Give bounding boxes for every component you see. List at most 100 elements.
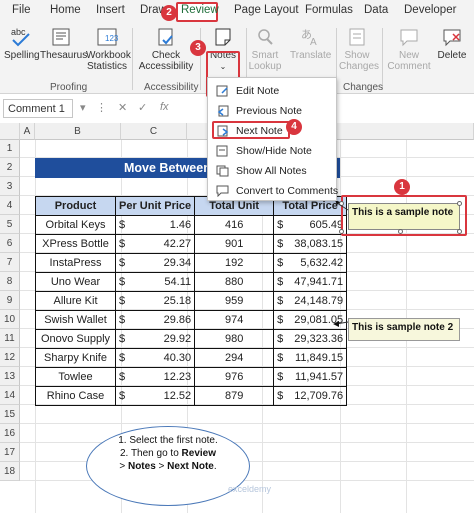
delete-button[interactable]: Delete xyxy=(434,26,470,61)
unit-cell[interactable]: 879 xyxy=(194,386,275,406)
column-header-c[interactable]: C xyxy=(121,123,187,140)
unit-cell[interactable]: 294 xyxy=(194,348,275,368)
resize-handle[interactable] xyxy=(457,201,462,206)
product-cell[interactable]: Orbital Keys xyxy=(35,215,116,235)
currency-symbol: $ xyxy=(119,314,126,326)
smart-lookup-button[interactable]: Smart Lookup xyxy=(248,26,282,72)
row-header[interactable]: 2 xyxy=(0,158,20,177)
price-cell[interactable]: $1.46 xyxy=(114,215,196,235)
header-product[interactable]: Product xyxy=(35,196,116,216)
resize-handle[interactable] xyxy=(398,229,403,234)
price-cell[interactable]: $29.86 xyxy=(114,310,196,330)
row-header[interactable]: 15 xyxy=(0,405,20,424)
currency-symbol: $ xyxy=(277,371,284,383)
row-header[interactable]: 1 xyxy=(0,140,20,158)
row-header[interactable]: 14 xyxy=(0,386,20,405)
price-cell[interactable]: $12.52 xyxy=(114,386,196,406)
total-cell[interactable]: $38,083.15 xyxy=(273,234,348,254)
tab-review[interactable]: Review xyxy=(181,4,219,16)
unit-cell[interactable]: 980 xyxy=(194,329,275,349)
tab-file[interactable]: File xyxy=(12,4,31,16)
step-badge-2: 2 xyxy=(161,5,177,21)
dropdown-icon[interactable]: ▾ xyxy=(80,101,86,114)
unit-cell[interactable]: 974 xyxy=(194,310,275,330)
unit-cell[interactable]: 192 xyxy=(194,253,275,273)
total-cell[interactable]: $11,941.57 xyxy=(273,367,348,387)
price-cell[interactable]: $42.27 xyxy=(114,234,196,254)
product-cell[interactable]: InstaPress xyxy=(35,253,116,273)
header-per-unit-price[interactable]: Per Unit Price xyxy=(114,196,196,216)
tab-formulas[interactable]: Formulas xyxy=(305,4,353,16)
note-1[interactable]: This is a sample note xyxy=(348,203,460,230)
price-cell[interactable]: $29.92 xyxy=(114,329,196,349)
row-header[interactable]: 12 xyxy=(0,348,20,367)
menu-item-next-note[interactable]: Next Note xyxy=(214,122,334,140)
row-header[interactable]: 5 xyxy=(0,215,20,234)
currency-symbol: $ xyxy=(119,295,126,307)
product-cell[interactable]: Rhino Case xyxy=(35,386,116,406)
price-cell[interactable]: $54.11 xyxy=(114,272,196,292)
column-header-b[interactable]: B xyxy=(35,123,121,140)
row-header[interactable]: 10 xyxy=(0,310,20,329)
thesaurus-button[interactable]: Thesaurus xyxy=(40,26,87,61)
unit-cell[interactable]: 880 xyxy=(194,272,275,292)
column-header-a[interactable]: A xyxy=(20,123,35,140)
new-comment-button[interactable]: New Comment xyxy=(386,26,432,72)
row-header[interactable]: 4 xyxy=(0,196,20,215)
unit-cell[interactable]: 976 xyxy=(194,367,275,387)
total-cell[interactable]: $47,941.71 xyxy=(273,272,348,292)
tab-page-layout[interactable]: Page Layout xyxy=(234,4,299,16)
row-header[interactable]: 16 xyxy=(0,424,20,443)
row-header[interactable]: 7 xyxy=(0,253,20,272)
select-all-corner[interactable] xyxy=(0,123,20,140)
total-cell[interactable]: $12,709.76 xyxy=(273,386,348,406)
translate-button[interactable]: あ A Translate xyxy=(290,26,331,61)
show-changes-button[interactable]: Show Changes xyxy=(339,26,379,72)
tab-insert[interactable]: Insert xyxy=(96,4,125,16)
row-header[interactable]: 11 xyxy=(0,329,20,348)
row-header[interactable]: 17 xyxy=(0,443,20,462)
resize-handle[interactable] xyxy=(339,229,344,234)
menu-item-edit-note[interactable]: Edit Note xyxy=(214,82,334,100)
resize-handle[interactable] xyxy=(457,229,462,234)
price-cell[interactable]: $12.23 xyxy=(114,367,196,387)
menu-item-convert-to-comments[interactable]: Convert to Comments xyxy=(214,182,338,200)
row-header[interactable]: 6 xyxy=(0,234,20,253)
cancel-icon[interactable]: ✕ xyxy=(118,101,127,114)
unit-cell[interactable]: 416 xyxy=(194,215,275,235)
menu-item-show-all-notes[interactable]: Show All Notes xyxy=(214,162,334,180)
row-header[interactable]: 9 xyxy=(0,291,20,310)
enter-icon[interactable]: ✓ xyxy=(138,101,147,114)
product-cell[interactable]: Onovo Supply xyxy=(35,329,116,349)
row-header[interactable]: 3 xyxy=(0,177,20,196)
name-box[interactable]: Comment 1 xyxy=(3,99,73,118)
price-cell[interactable]: $29.34 xyxy=(114,253,196,273)
workbook-statistics-button[interactable]: 123 Workbook Statistics xyxy=(86,26,131,72)
price-cell[interactable]: $25.18 xyxy=(114,291,196,311)
product-cell[interactable]: Swish Wallet xyxy=(35,310,116,330)
check-accessibility-button[interactable]: Check Accessibility xyxy=(136,26,196,72)
note-2[interactable]: This is sample note 2 xyxy=(348,318,460,341)
unit-cell[interactable]: 901 xyxy=(194,234,275,254)
spelling-button[interactable]: abc Spelling xyxy=(4,26,40,61)
product-cell[interactable]: Uno Wear xyxy=(35,272,116,292)
price-cell[interactable]: $40.30 xyxy=(114,348,196,368)
tab-home[interactable]: Home xyxy=(50,4,81,16)
total-cell[interactable]: $24,148.79 xyxy=(273,291,348,311)
menu-item-previous-note[interactable]: Previous Note xyxy=(214,102,334,120)
product-cell[interactable]: Towlee xyxy=(35,367,116,387)
total-cell[interactable]: $29,323.36 xyxy=(273,329,348,349)
total-cell[interactable]: $5,632.42 xyxy=(273,253,348,273)
product-cell[interactable]: Allure Kit xyxy=(35,291,116,311)
fx-icon[interactable]: fx xyxy=(160,101,169,113)
menu-item-show-hide-note[interactable]: Show/Hide Note xyxy=(214,142,334,160)
product-cell[interactable]: XPress Bottle xyxy=(35,234,116,254)
tab-data[interactable]: Data xyxy=(364,4,388,16)
row-header[interactable]: 8 xyxy=(0,272,20,291)
row-header[interactable]: 18 xyxy=(0,462,20,481)
product-cell[interactable]: Sharpy Knife xyxy=(35,348,116,368)
row-header[interactable]: 13 xyxy=(0,367,20,386)
total-cell[interactable]: $11,849.15 xyxy=(273,348,348,368)
tab-developer[interactable]: Developer xyxy=(404,4,456,16)
unit-cell[interactable]: 959 xyxy=(194,291,275,311)
